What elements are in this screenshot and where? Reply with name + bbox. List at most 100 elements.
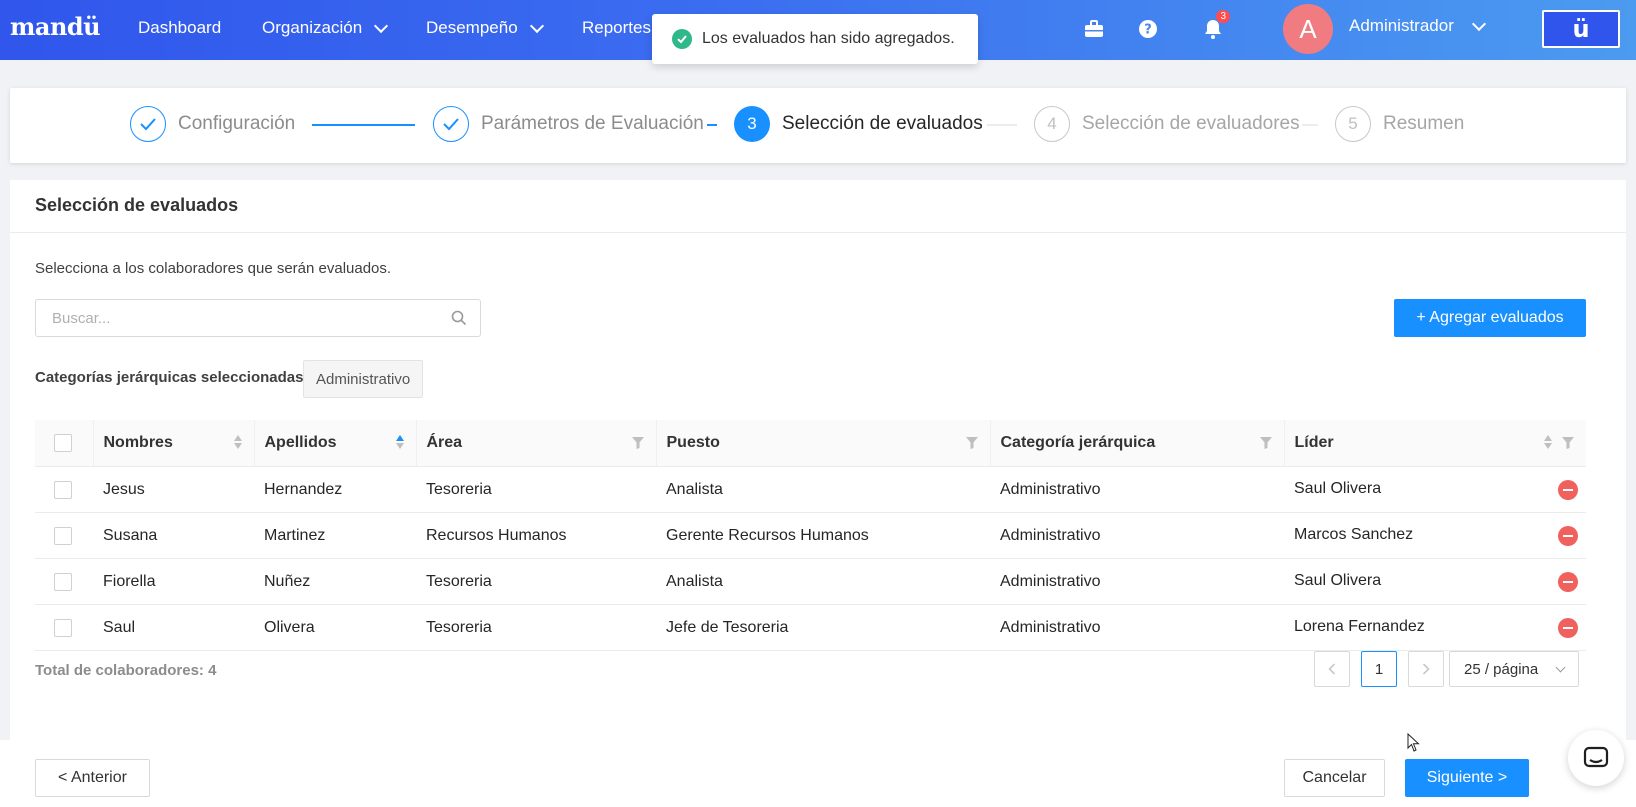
column-area[interactable]: Área — [416, 420, 657, 467]
step-number: 3 — [734, 106, 770, 142]
remove-row-icon[interactable] — [1558, 479, 1578, 500]
step-connector — [1302, 124, 1318, 126]
filter-icon[interactable] — [1562, 436, 1574, 454]
cancel-button[interactable]: Cancelar — [1284, 759, 1385, 797]
column-categoria[interactable]: Categoría jerárquica — [990, 420, 1285, 467]
column-label: Líder — [1294, 434, 1334, 451]
chevron-down-icon — [1555, 662, 1566, 673]
table-row: Susana Martinez Recursos Humanos Gerente… — [35, 512, 1586, 559]
cell-area: Tesoreria — [416, 558, 656, 605]
cell-lider: Saul Olivera — [1294, 479, 1382, 497]
step-parametros[interactable]: Parámetros de Evaluación — [433, 106, 704, 142]
cell-lider: Saul Olivera — [1294, 571, 1382, 589]
sort-icon[interactable] — [233, 435, 242, 449]
column-apellidos[interactable]: Apellidos — [254, 420, 417, 467]
cell-area: Recursos Humanos — [416, 512, 656, 559]
chat-launcher-icon[interactable] — [1568, 730, 1624, 786]
column-label: Puesto — [666, 434, 720, 451]
step-resumen[interactable]: 5 Resumen — [1335, 106, 1464, 142]
column-label: Nombres — [103, 434, 173, 451]
page-size-select[interactable]: 25 / página — [1449, 651, 1579, 687]
card-subtitle: Selecciona a los colaboradores que serán… — [35, 260, 392, 277]
step-number: 5 — [1335, 106, 1371, 142]
row-select-cell — [35, 466, 93, 513]
column-puesto[interactable]: Puesto — [656, 420, 991, 467]
previous-button[interactable]: < Anterior — [35, 759, 150, 797]
notifications-bell-icon[interactable]: 3 — [1200, 10, 1230, 42]
chevron-down-icon — [1471, 16, 1486, 31]
check-icon — [130, 106, 166, 142]
notification-badge: 3 — [1216, 10, 1230, 23]
user-menu[interactable]: Administrador — [1349, 16, 1486, 36]
table-row: Jesus Hernandez Tesoreria Analista Admin… — [35, 466, 1586, 513]
cell-nombres: Fiorella — [93, 558, 254, 605]
card-title: Selección de evaluados — [35, 195, 239, 215]
brand-button[interactable]: ü — [1542, 10, 1620, 48]
page-1-button[interactable]: 1 — [1361, 651, 1397, 687]
step-label: Selección de evaluados — [782, 113, 983, 134]
sort-ascending-icon[interactable] — [395, 435, 404, 449]
chevron-right-icon — [1422, 663, 1430, 675]
cell-categoria: Administrativo — [990, 604, 1284, 651]
row-checkbox[interactable] — [54, 618, 72, 637]
chevron-down-icon — [374, 18, 389, 33]
username-label: Administrador — [1349, 16, 1454, 35]
avatar[interactable]: A — [1283, 4, 1333, 54]
cell-categoria: Administrativo — [990, 558, 1284, 605]
chevron-left-icon — [1328, 663, 1336, 675]
remove-row-icon[interactable] — [1558, 617, 1578, 638]
step-label: Resumen — [1383, 113, 1465, 134]
filter-icon[interactable] — [1259, 436, 1272, 454]
cell-lider-cell: Marcos Sanchez — [1284, 512, 1586, 559]
filter-icon[interactable] — [631, 436, 644, 454]
row-checkbox[interactable] — [54, 526, 72, 545]
step-number: 4 — [1034, 106, 1070, 142]
next-button[interactable]: Siguiente > — [1405, 759, 1529, 797]
select-all-checkbox[interactable] — [54, 434, 72, 452]
search-input[interactable] — [50, 308, 434, 328]
check-circle-icon — [672, 29, 692, 49]
cell-apellidos: Martinez — [254, 512, 416, 559]
column-nombres[interactable]: Nombres — [93, 420, 255, 467]
column-lider[interactable]: Líder — [1284, 420, 1586, 467]
row-checkbox[interactable] — [54, 480, 72, 499]
brand-logo-icon: ü — [1544, 12, 1618, 46]
cell-puesto: Gerente Recursos Humanos — [656, 512, 990, 559]
search-icon[interactable] — [451, 310, 467, 331]
wizard-steps: Configuración Parámetros de Evaluación 3… — [10, 88, 1626, 163]
category-tag: Administrativo — [303, 360, 424, 398]
nav-desempeno[interactable]: Desempeño — [426, 18, 544, 38]
remove-row-icon[interactable] — [1558, 571, 1578, 592]
row-select-cell — [35, 558, 93, 605]
divider — [10, 232, 1626, 233]
step-configuracion[interactable]: Configuración — [130, 106, 295, 142]
nav-dashboard-label: Dashboard — [138, 18, 222, 37]
app-logo[interactable]: mandü — [10, 12, 101, 41]
filter-icon[interactable] — [965, 436, 978, 454]
sort-icon[interactable] — [1544, 435, 1552, 449]
remove-row-icon[interactable] — [1558, 525, 1578, 546]
step-seleccion-evaluadores[interactable]: 4 Selección de evaluadores — [1034, 106, 1300, 142]
nav-organizacion[interactable]: Organización — [262, 18, 389, 38]
cell-area: Tesoreria — [416, 604, 656, 651]
nav-reportes[interactable]: Reportes — [582, 18, 651, 38]
prev-page-button[interactable] — [1314, 651, 1350, 687]
next-page-button[interactable] — [1408, 651, 1444, 687]
help-icon[interactable]: ? — [1135, 16, 1161, 42]
column-label: Apellidos — [264, 434, 337, 451]
nav-dashboard[interactable]: Dashboard — [138, 18, 221, 38]
mouse-cursor-icon — [1407, 732, 1421, 758]
step-seleccion-evaluados[interactable]: 3 Selección de evaluados — [734, 106, 983, 142]
briefcase-icon[interactable] — [1081, 16, 1107, 42]
chevron-down-icon — [529, 18, 544, 33]
column-label: Categoría jerárquica — [1000, 434, 1156, 451]
nav-desempeno-label: Desempeño — [426, 18, 518, 37]
cell-puesto: Analista — [656, 558, 990, 605]
row-checkbox[interactable] — [54, 572, 72, 591]
step-connector — [312, 124, 415, 126]
add-evaluados-button[interactable]: + Agregar evaluados — [1394, 299, 1586, 337]
cell-apellidos: Hernandez — [254, 466, 416, 513]
svg-text:?: ? — [1144, 23, 1152, 38]
cell-lider-cell: Lorena Fernandez — [1284, 604, 1586, 651]
column-label: Área — [426, 434, 463, 451]
